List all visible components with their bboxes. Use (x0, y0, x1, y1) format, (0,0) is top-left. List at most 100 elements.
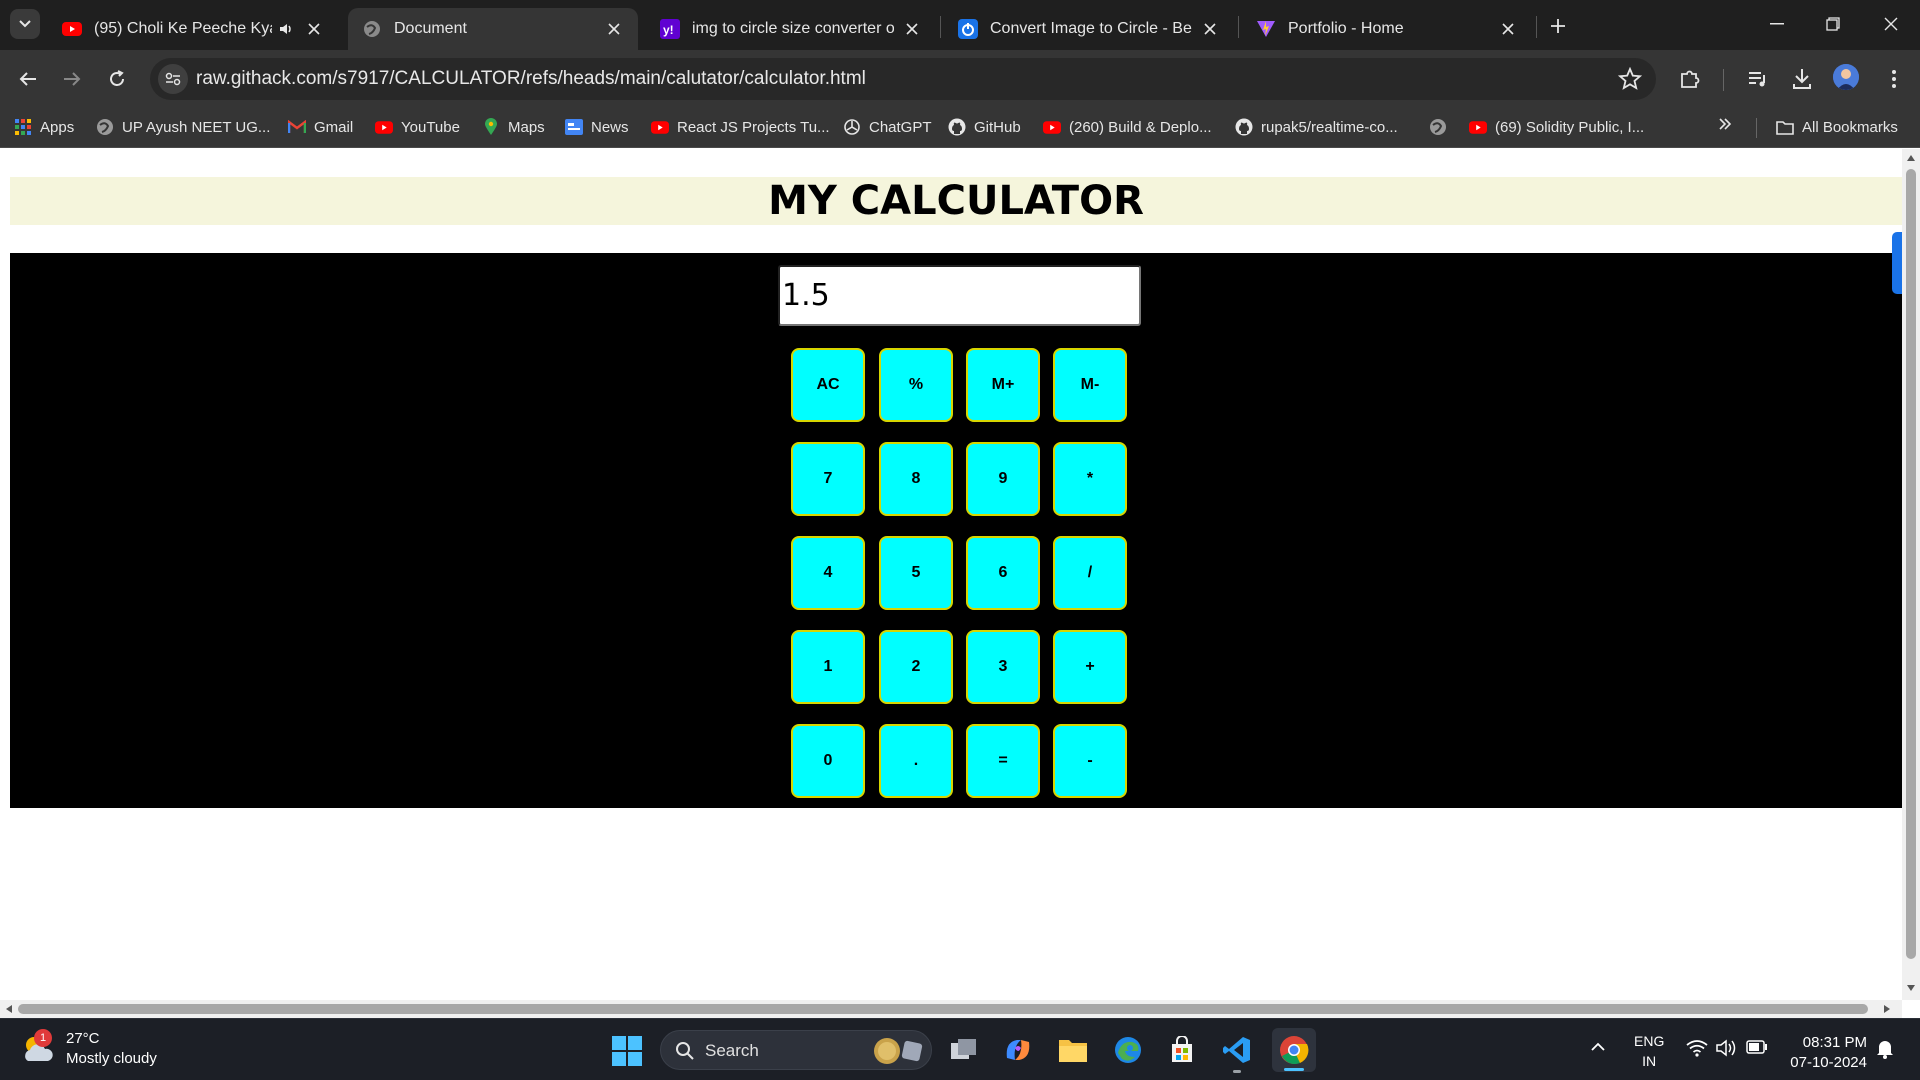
minimize-button[interactable] (1752, 8, 1802, 40)
bookmark-react-projects[interactable]: React JS Projects Tu... (651, 118, 830, 136)
restore-button[interactable] (1808, 8, 1858, 40)
bookmark-globe[interactable] (1429, 118, 1455, 136)
key-minus[interactable]: - (1053, 724, 1127, 798)
url-text[interactable]: raw.githack.com/s7917/CALCULATOR/refs/he… (196, 68, 866, 90)
bookmark-github[interactable]: GitHub (948, 118, 1021, 136)
bookmark-build-deploy[interactable]: (260) Build & Deplo... (1043, 118, 1212, 136)
store-button[interactable] (1164, 1032, 1200, 1068)
close-icon[interactable] (1200, 19, 1220, 39)
start-button[interactable] (612, 1036, 642, 1066)
key-7[interactable]: 7 (791, 442, 865, 516)
edge-button[interactable] (1110, 1032, 1146, 1068)
close-icon[interactable] (902, 19, 922, 39)
task-view-button[interactable] (946, 1032, 982, 1068)
key-1[interactable]: 1 (791, 630, 865, 704)
volume-button[interactable] (1716, 1039, 1738, 1060)
edge-icon (1115, 1037, 1141, 1063)
tab-separator (940, 16, 941, 38)
tab-search-button[interactable] (10, 9, 40, 39)
bookmark-up-ayush[interactable]: UP Ayush NEET UG... (96, 118, 270, 136)
tab-document[interactable]: Document (348, 8, 638, 50)
chrome-button[interactable] (1272, 1028, 1316, 1072)
key-memory-plus[interactable]: M+ (966, 348, 1040, 422)
back-button[interactable] (12, 63, 44, 95)
key-5[interactable]: 5 (879, 536, 953, 610)
file-explorer-button[interactable] (1055, 1032, 1091, 1068)
scroll-left-icon[interactable] (6, 1005, 12, 1013)
side-panel-handle[interactable] (1892, 232, 1902, 294)
key-6[interactable]: 6 (966, 536, 1040, 610)
notifications-button[interactable] (1876, 1039, 1894, 1062)
horizontal-scrollbar[interactable] (0, 1000, 1902, 1018)
key-memory-minus[interactable]: M- (1053, 348, 1127, 422)
close-icon (1884, 17, 1898, 31)
key-2[interactable]: 2 (879, 630, 953, 704)
star-icon[interactable] (1618, 67, 1642, 91)
close-icon[interactable] (304, 19, 324, 39)
bookmark-gmail[interactable]: Gmail (288, 118, 353, 136)
bookmarks-overflow-button[interactable] (1718, 118, 1732, 130)
bookmark-rupak5[interactable]: rupak5/realtime-co... (1235, 118, 1398, 136)
tab-portfolio[interactable]: Portfolio - Home (1242, 8, 1532, 50)
key-ac[interactable]: AC (791, 348, 865, 422)
menu-button[interactable] (1880, 65, 1908, 93)
avatar[interactable] (1833, 64, 1859, 90)
close-icon[interactable] (604, 19, 624, 39)
key-3[interactable]: 3 (966, 630, 1040, 704)
globe-icon (96, 118, 114, 136)
key-percent[interactable]: % (879, 348, 953, 422)
vertical-scroll-thumb[interactable] (1906, 169, 1916, 959)
key-equals[interactable]: = (966, 724, 1040, 798)
key-8[interactable]: 8 (879, 442, 953, 516)
bookmark-label: (69) Solidity Public, I... (1495, 118, 1645, 136)
show-hidden-icons-button[interactable] (1590, 1039, 1606, 1055)
language-indicator[interactable]: ENG IN (1634, 1031, 1664, 1071)
scroll-down-icon[interactable] (1907, 985, 1915, 991)
profile-icon (1833, 64, 1859, 90)
key-0[interactable]: 0 (791, 724, 865, 798)
key-decimal[interactable]: . (879, 724, 953, 798)
address-bar[interactable]: raw.githack.com/s7917/CALCULATOR/refs/he… (150, 58, 1656, 100)
key-9[interactable]: 9 (966, 442, 1040, 516)
copilot-button[interactable] (1000, 1032, 1036, 1068)
downloads-button[interactable] (1788, 65, 1816, 93)
key-divide[interactable]: / (1053, 536, 1127, 610)
calculator-display[interactable] (778, 265, 1141, 326)
close-icon[interactable] (1498, 19, 1518, 39)
reload-button[interactable] (101, 63, 133, 95)
taskbar-search[interactable]: Search (660, 1030, 932, 1070)
speaker-icon[interactable] (276, 19, 296, 39)
bookmark-chatgpt[interactable]: ChatGPT (843, 118, 932, 136)
bookmark-youtube[interactable]: YouTube (375, 118, 460, 136)
tab-youtube[interactable]: (95) Choli Ke Peeche Kya Ha (48, 8, 338, 50)
key-plus[interactable]: + (1053, 630, 1127, 704)
youtube-icon (62, 19, 82, 39)
vscode-button[interactable] (1219, 1032, 1255, 1073)
close-window-button[interactable] (1866, 8, 1916, 40)
wifi-button[interactable] (1686, 1039, 1708, 1060)
key-4[interactable]: 4 (791, 536, 865, 610)
forward-button[interactable] (56, 63, 88, 95)
bookmark-apps[interactable]: Apps (14, 118, 74, 136)
horizontal-scroll-thumb[interactable] (18, 1004, 1868, 1014)
site-info-icon[interactable] (158, 64, 188, 94)
bookmark-news[interactable]: News (565, 118, 629, 136)
weather-widget[interactable]: 1 27°C Mostly cloudy (20, 1029, 157, 1069)
taskbar-clock[interactable]: 08:31 PM 07-10-2024 (1783, 1033, 1867, 1073)
bookmark-solidity[interactable]: (69) Solidity Public, I... (1469, 118, 1644, 136)
windows-icon (612, 1036, 642, 1066)
vertical-scrollbar[interactable] (1902, 149, 1920, 1000)
all-bookmarks-button[interactable]: All Bookmarks (1776, 118, 1898, 136)
scroll-right-icon[interactable] (1884, 1005, 1890, 1013)
media-control-button[interactable] (1744, 65, 1772, 93)
new-tab-button[interactable] (1544, 12, 1572, 40)
scroll-up-icon[interactable] (1907, 155, 1915, 161)
svg-text:y!: y! (663, 23, 674, 37)
battery-button[interactable] (1746, 1040, 1768, 1057)
calculator: AC % M+ M- 7 8 9 * 4 5 6 / 1 2 3 + 0 . =… (10, 253, 1902, 808)
extensions-button[interactable] (1676, 65, 1704, 93)
bookmark-maps[interactable]: Maps (482, 118, 545, 136)
tab-yahoo[interactable]: y! img to circle size converter onli (646, 8, 936, 50)
tab-convert-image[interactable]: Convert Image to Circle - Best I (944, 8, 1234, 50)
key-multiply[interactable]: * (1053, 442, 1127, 516)
